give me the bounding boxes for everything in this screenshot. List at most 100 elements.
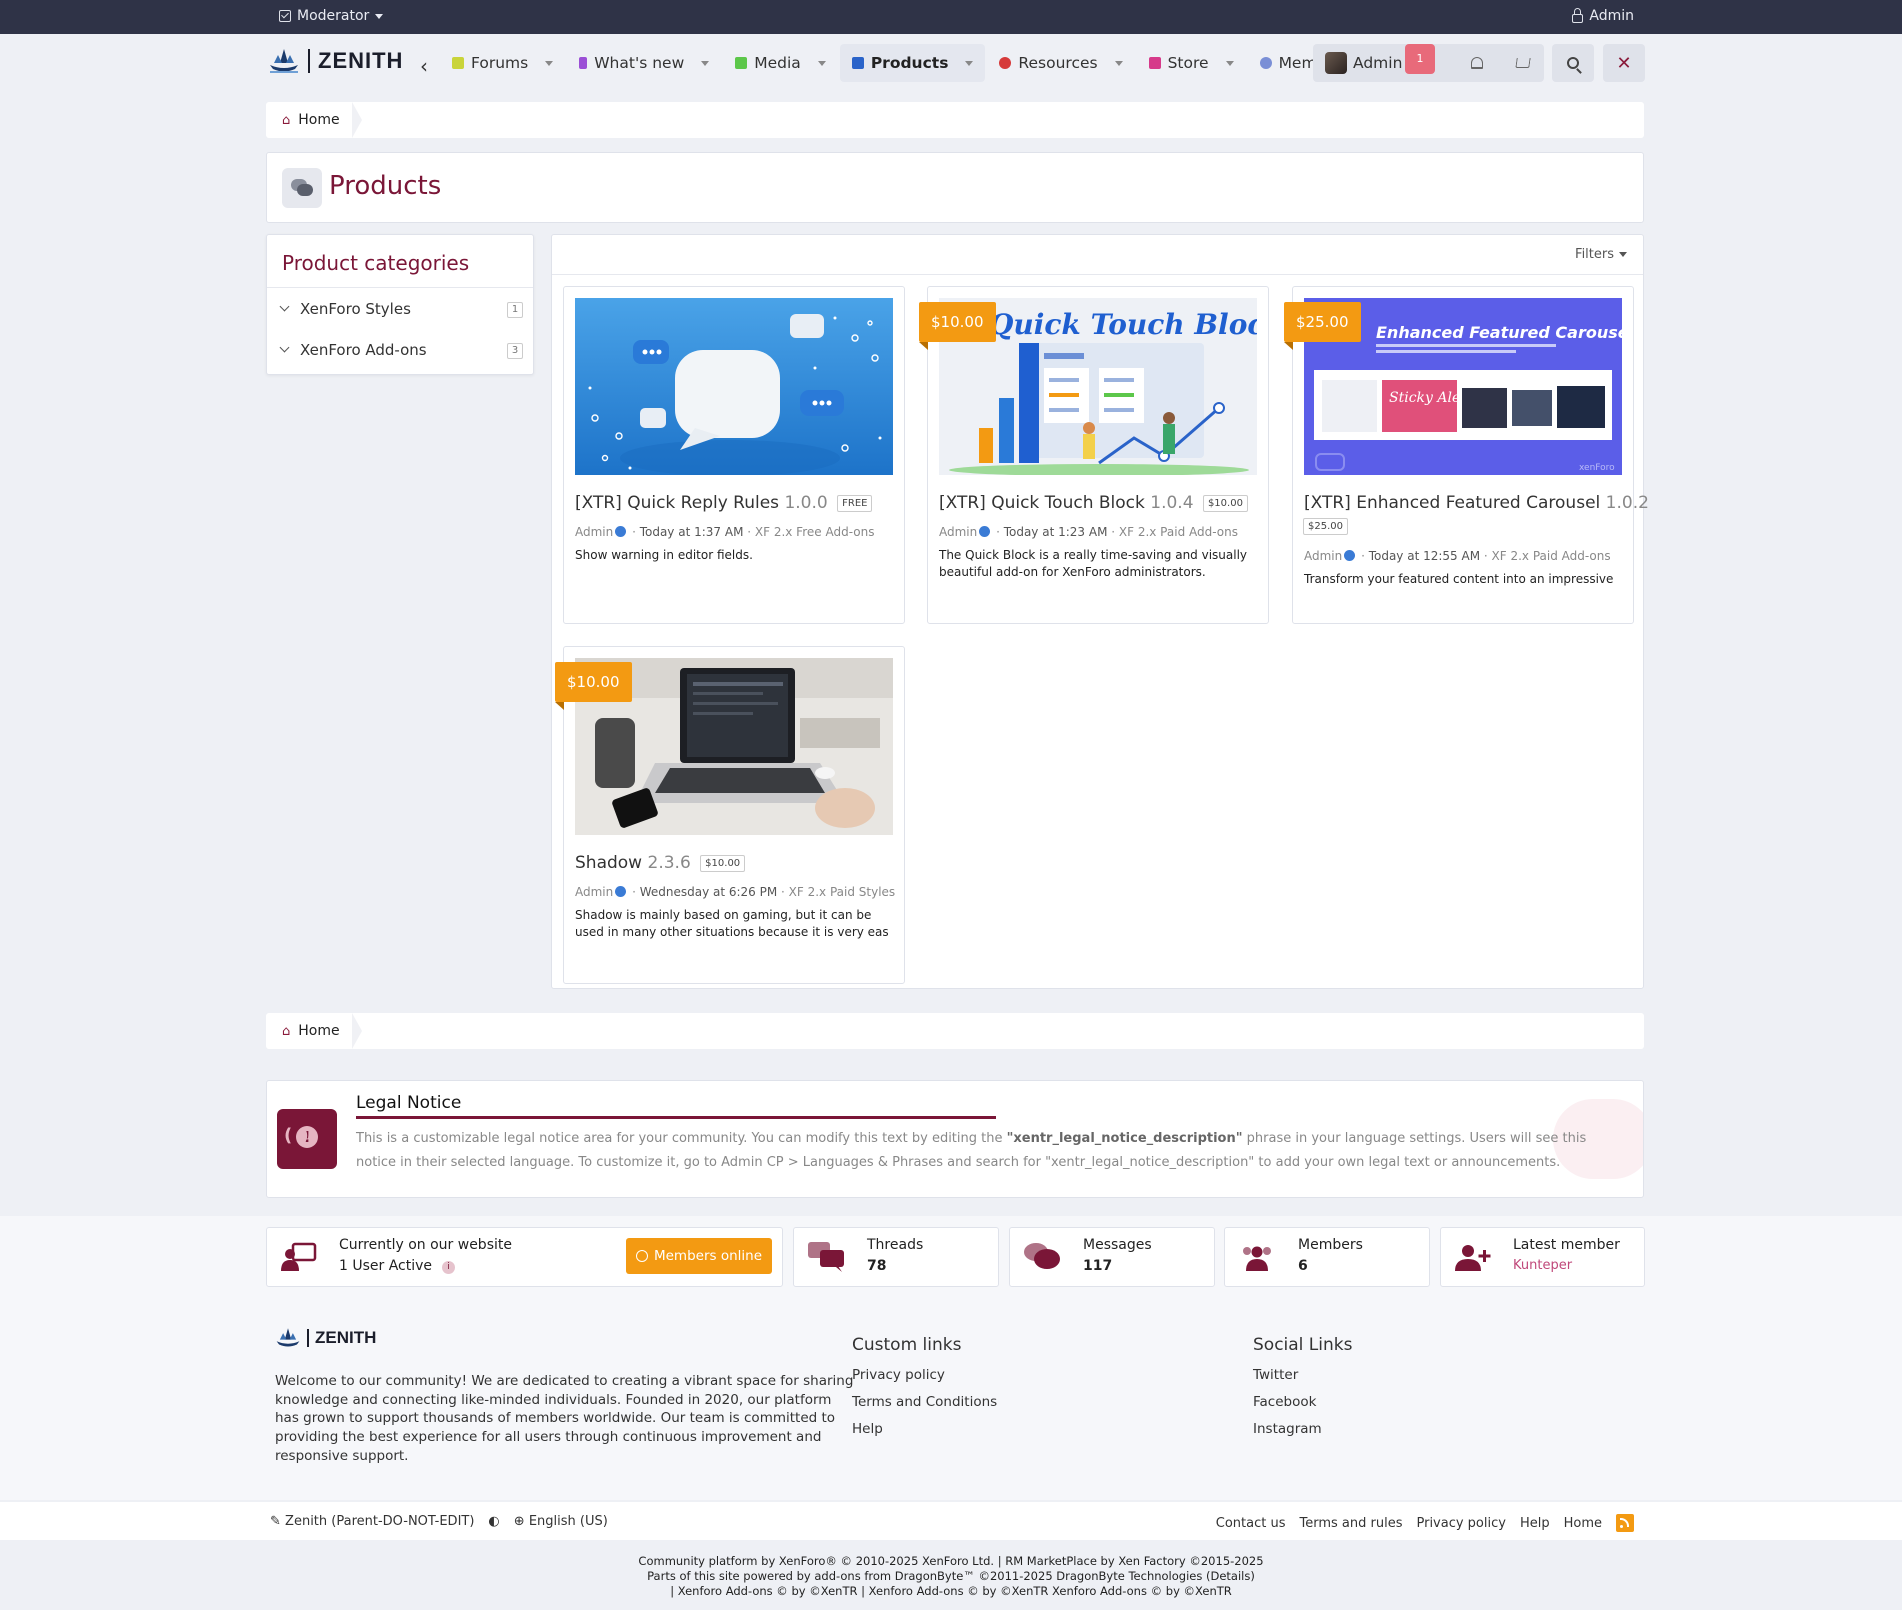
latest-member-link[interactable]: Kunteper <box>1513 1258 1572 1273</box>
moderator-menu[interactable]: Moderator <box>279 8 384 24</box>
author-link[interactable]: Admin <box>575 885 613 899</box>
stat-value: 78 <box>867 1258 887 1274</box>
caret-down-icon[interactable] <box>545 60 554 66</box>
footer-logo[interactable]: ZENITH <box>275 1326 376 1350</box>
button-label: Members online <box>653 1248 763 1264</box>
brand-name: ZENITH <box>307 1329 376 1347</box>
category-count: 3 <box>507 343 523 359</box>
search-button[interactable] <box>1552 44 1594 82</box>
users-icon <box>1259 57 1272 69</box>
chevron-left-icon[interactable]: ‹ <box>420 54 428 78</box>
ship-logo-icon <box>270 49 298 73</box>
caret-down-icon[interactable] <box>1114 60 1123 66</box>
stat-threads: Threads 78 <box>793 1227 999 1287</box>
alerts-button[interactable] <box>1456 44 1498 82</box>
filters-button[interactable]: Filters <box>1575 247 1627 262</box>
nav-store[interactable]: Store <box>1137 44 1246 82</box>
style-chooser[interactable]: ✎ Zenith (Parent-DO-NOT-EDIT) <box>270 1514 474 1529</box>
online-count: 1 User Active <box>339 1258 433 1274</box>
category-link[interactable]: XF 2.x Paid Styles <box>789 885 896 899</box>
product-card[interactable]: $10.00 Shadow 2.3.6 $10.00 Admin · Wedne… <box>555 646 905 984</box>
tools-button[interactable]: ✕ <box>1603 44 1645 82</box>
info-icon[interactable]: i <box>442 1261 456 1274</box>
chevron-down-icon[interactable] <box>279 301 290 312</box>
nav-resources[interactable]: Resources <box>987 44 1134 82</box>
caret-down-icon[interactable] <box>701 60 710 66</box>
admin-link[interactable]: Admin <box>1572 7 1634 24</box>
nav-whats-new[interactable]: What's new <box>567 44 721 82</box>
verified-icon <box>615 526 627 537</box>
product-card[interactable]: R Enhanced Featured Carousel Sticky Aler… <box>1284 286 1649 624</box>
author-link[interactable]: Admin <box>939 525 977 539</box>
price-pill: $25.00 <box>1303 518 1348 535</box>
footer-link-facebook[interactable]: Facebook <box>1253 1394 1352 1410</box>
breadcrumb-separator <box>352 1013 362 1049</box>
conversations-icon[interactable]: 1 <box>1405 44 1435 74</box>
category-item[interactable]: XenForo Styles 1 <box>267 288 533 329</box>
verified-icon <box>1344 550 1356 561</box>
breadcrumb-home[interactable]: Home <box>298 1023 339 1039</box>
footer-bar-left: ✎ Zenith (Parent-DO-NOT-EDIT) ◐ ⊕ Englis… <box>270 1514 608 1529</box>
product-title[interactable]: [XTR] Enhanced Featured Carousel 1.0.2 <box>1304 493 1649 513</box>
product-card[interactable]: [XTR] Quick Reply Rules 1.0.0 FREE Admin… <box>563 286 905 624</box>
admin-label: Admin <box>1589 8 1634 24</box>
category-link[interactable]: XF 2.x Free Add-ons <box>755 525 875 539</box>
footer-link-instagram[interactable]: Instagram <box>1253 1421 1352 1437</box>
thumbnail-brand: xenForo <box>1579 463 1615 473</box>
users-icon <box>1243 1246 1271 1271</box>
caret-down-icon[interactable] <box>1225 60 1234 66</box>
product-date: Today at 12:55 AM <box>1368 549 1481 563</box>
main-nav: Forums What's new Media Products Resourc… <box>440 44 1387 82</box>
notice-title: Legal Notice <box>356 1093 462 1113</box>
stat-value: 1 User Active i <box>339 1258 456 1274</box>
product-title[interactable]: Shadow 2.3.6 $10.00 <box>575 853 746 873</box>
footer-link-contact[interactable]: Contact us <box>1216 1516 1286 1531</box>
footer-link-privacy[interactable]: Privacy policy <box>852 1367 997 1383</box>
language-chooser[interactable]: ⊕ English (US) <box>514 1514 608 1529</box>
stat-label: Messages <box>1083 1237 1152 1253</box>
category-link[interactable]: XF 2.x Paid Add-ons <box>1119 525 1238 539</box>
ship-logo-icon <box>276 1328 300 1347</box>
author-link[interactable]: Admin <box>575 525 613 539</box>
product-meta: Admin · Today at 12:55 AM · XF 2.x Paid … <box>1304 549 1611 563</box>
cart-icon <box>1148 57 1161 69</box>
stat-latest-member: Latest member Kunteper <box>1440 1227 1645 1287</box>
legal-notice: Legal Notice This is a customizable lega… <box>266 1080 1644 1198</box>
caret-down-icon[interactable] <box>817 60 826 66</box>
price-tag: $10.00 <box>555 662 632 710</box>
brush-icon: ✎ <box>270 1514 281 1529</box>
footer-link-terms-rules[interactable]: Terms and rules <box>1300 1516 1403 1531</box>
caret-down-icon[interactable] <box>965 60 974 66</box>
cart-button[interactable] <box>1502 44 1544 82</box>
chevron-down-icon[interactable] <box>279 342 290 353</box>
members-online-button[interactable]: Members online <box>626 1238 772 1274</box>
nav-media[interactable]: Media <box>723 44 838 82</box>
nav-forums[interactable]: Forums <box>440 44 565 82</box>
product-title[interactable]: [XTR] Quick Touch Block 1.0.4 $10.00 <box>939 493 1248 513</box>
footer-link-privacy-policy[interactable]: Privacy policy <box>1416 1516 1505 1531</box>
nav-products[interactable]: Products <box>839 44 986 82</box>
category-link[interactable]: XF 2.x Paid Add-ons <box>1492 549 1611 563</box>
breadcrumb-bottom: ⌂ Home <box>266 1013 1644 1049</box>
theme-toggle-icon[interactable]: ◐ <box>488 1514 499 1529</box>
footer-link-help[interactable]: Help <box>852 1421 997 1437</box>
author-link[interactable]: Admin <box>1304 549 1342 563</box>
copyright-line: | Xenforo Add-ons © by ©XenTR | Xenforo … <box>670 1584 1232 1598</box>
product-thumbnail[interactable] <box>575 298 893 475</box>
footer-link-help[interactable]: Help <box>1520 1516 1550 1531</box>
site-logo[interactable]: ZENITH <box>268 47 403 75</box>
categories-sidebar: Product categories XenForo Styles 1 XenF… <box>266 234 534 375</box>
product-card[interactable]: Quick Touch Block $10.00 [XTR] Quick Tou… <box>919 286 1269 624</box>
nav-label: Resources <box>1018 54 1098 72</box>
category-item[interactable]: XenForo Add-ons 3 <box>267 329 533 370</box>
rss-icon[interactable] <box>1616 1514 1634 1532</box>
comments-icon <box>808 1242 844 1272</box>
footer-link-twitter[interactable]: Twitter <box>1253 1367 1352 1383</box>
chat-bubble-thumbnail-image <box>575 298 893 475</box>
footer-link-home[interactable]: Home <box>1564 1516 1602 1531</box>
breadcrumb-home[interactable]: Home <box>298 112 339 128</box>
copyright-line: Parts of this site powered by add-ons fr… <box>647 1569 1255 1583</box>
product-description: Show warning in editor fields. <box>575 548 753 562</box>
footer-link-terms[interactable]: Terms and Conditions <box>852 1394 997 1410</box>
product-title[interactable]: [XTR] Quick Reply Rules 1.0.0 FREE <box>575 493 873 513</box>
